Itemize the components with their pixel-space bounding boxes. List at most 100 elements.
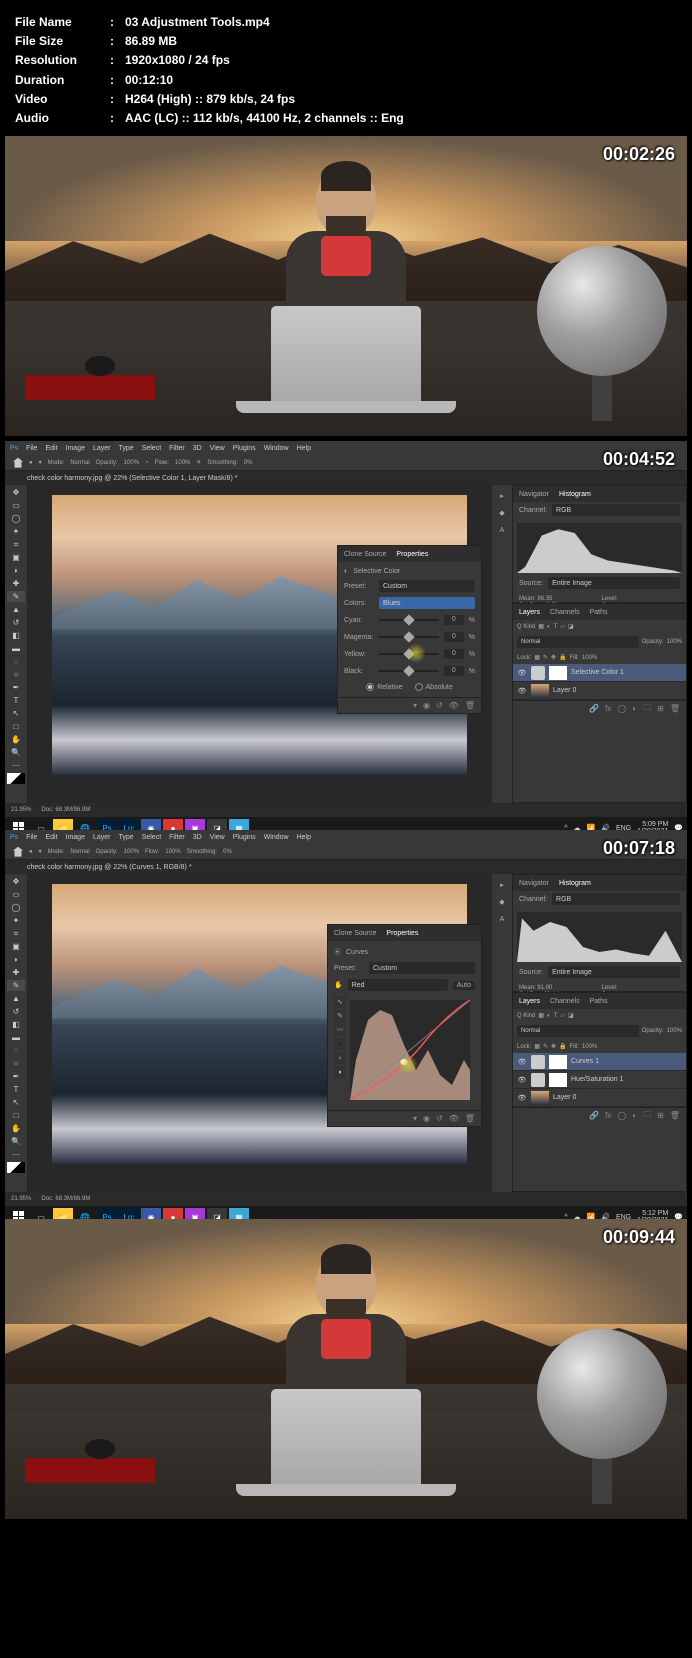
- edit-toolbar-icon[interactable]: ⋯: [7, 760, 25, 771]
- frame-tool[interactable]: ▣: [7, 552, 25, 563]
- lock-image-icon[interactable]: ✎: [543, 1043, 548, 1050]
- lock-image-icon[interactable]: ✎: [543, 654, 548, 661]
- gray-point-icon[interactable]: ◗: [334, 1052, 346, 1064]
- menu-plugins[interactable]: Plugins: [233, 445, 256, 452]
- dodge-tool[interactable]: ○: [7, 1058, 25, 1069]
- layer-visibility-icon[interactable]: 👁: [517, 686, 527, 696]
- pen-tool[interactable]: ✒: [7, 1071, 25, 1082]
- type-tool[interactable]: T: [7, 1084, 25, 1095]
- menu-view[interactable]: View: [210, 834, 225, 841]
- healing-tool[interactable]: ✚: [7, 967, 25, 978]
- layer-row[interactable]: 👁 Layer 0: [513, 682, 686, 700]
- layer-visibility-icon[interactable]: 👁: [517, 1057, 527, 1067]
- taskbar-time[interactable]: 5:09 PM: [637, 821, 668, 828]
- menu-plugins[interactable]: Plugins: [233, 834, 256, 841]
- layer-fill[interactable]: 100%: [582, 1044, 597, 1050]
- yellow-slider[interactable]: [379, 648, 439, 660]
- opacity-value[interactable]: 100%: [124, 849, 139, 855]
- eraser-tool[interactable]: ◧: [7, 1019, 25, 1030]
- panel-tab-properties[interactable]: Properties: [396, 551, 428, 558]
- stamp-tool[interactable]: ▲: [7, 993, 25, 1004]
- histogram-tab[interactable]: Histogram: [559, 880, 591, 887]
- menu-help[interactable]: Help: [297, 445, 311, 452]
- brush-preset-icon[interactable]: ▾: [39, 848, 42, 855]
- menu-layer[interactable]: Layer: [93, 445, 111, 452]
- home-icon[interactable]: [13, 847, 23, 857]
- filter-shape-icon[interactable]: ▱: [560, 623, 565, 630]
- layer-name[interactable]: Hue/Saturation 1: [571, 1076, 624, 1083]
- black-value[interactable]: 0: [444, 666, 464, 676]
- menu-select[interactable]: Select: [142, 834, 161, 841]
- curve-point-tool-icon[interactable]: ∿: [334, 996, 346, 1008]
- histogram-channel-dropdown[interactable]: RGB: [552, 893, 680, 905]
- filter-smart-icon[interactable]: ◪: [568, 623, 574, 630]
- hand-tool[interactable]: ✋: [7, 734, 25, 745]
- canvas-area[interactable]: Clone Source Properties ⦿ Curves Preset:…: [27, 874, 492, 1192]
- mode-dropdown[interactable]: Normal: [70, 460, 89, 466]
- magenta-slider[interactable]: [379, 631, 439, 643]
- menu-file[interactable]: File: [26, 834, 37, 841]
- layers-tab[interactable]: Layers: [519, 998, 540, 1005]
- layer-row[interactable]: 👁 Hue/Saturation 1: [513, 1071, 686, 1089]
- smoothing-value[interactable]: 0%: [244, 460, 253, 466]
- healing-tool[interactable]: ✚: [7, 578, 25, 589]
- menu-type[interactable]: Type: [119, 445, 134, 452]
- lock-transparent-icon[interactable]: ▦: [534, 654, 540, 661]
- character-panel-icon[interactable]: A: [495, 523, 509, 537]
- marquee-tool[interactable]: ▭: [7, 500, 25, 511]
- relative-radio[interactable]: Relative: [366, 683, 402, 691]
- menu-window[interactable]: Window: [264, 445, 289, 452]
- zoom-level[interactable]: 21.95%: [11, 807, 31, 813]
- layer-opacity[interactable]: 100%: [667, 639, 682, 645]
- blend-mode-dropdown[interactable]: Normal: [517, 636, 639, 648]
- eraser-tool[interactable]: ◧: [7, 630, 25, 641]
- menu-image[interactable]: Image: [66, 834, 85, 841]
- delete-icon[interactable]: 🗑: [465, 701, 475, 710]
- panel-tab-clone[interactable]: Clone Source: [334, 930, 376, 937]
- type-tool[interactable]: T: [7, 695, 25, 706]
- source-dropdown[interactable]: Entire Image: [548, 966, 680, 978]
- histogram-tab[interactable]: Histogram: [559, 491, 591, 498]
- paths-tab[interactable]: Paths: [590, 609, 608, 616]
- dodge-tool[interactable]: ○: [7, 669, 25, 680]
- layer-name[interactable]: Layer 0: [553, 1094, 576, 1101]
- menu-edit[interactable]: Edit: [45, 445, 57, 452]
- pen-tool[interactable]: ✒: [7, 682, 25, 693]
- frame-tool[interactable]: ▣: [7, 941, 25, 952]
- menu-select[interactable]: Select: [142, 445, 161, 452]
- channels-tab[interactable]: Channels: [550, 998, 580, 1005]
- layer-visibility-icon[interactable]: 👁: [517, 1075, 527, 1085]
- document-tab[interactable]: check color harmony.jpg @ 22% (Selective…: [5, 471, 687, 485]
- menu-3d[interactable]: 3D: [193, 834, 202, 841]
- lock-position-icon[interactable]: ✥: [551, 1043, 556, 1050]
- expand-panel-icon[interactable]: ▸: [495, 489, 509, 503]
- new-group-icon[interactable]: 🗀: [643, 702, 651, 716]
- brush-preview-icon[interactable]: ●: [29, 849, 33, 855]
- navigator-tab[interactable]: Navigator: [519, 491, 549, 498]
- filter-shape-icon[interactable]: ▱: [560, 1012, 565, 1019]
- character-panel-icon[interactable]: A: [495, 912, 509, 926]
- preset-dropdown[interactable]: Custom: [369, 962, 475, 974]
- reset-icon[interactable]: ↺: [436, 701, 443, 710]
- histogram-channel-dropdown[interactable]: RGB: [552, 504, 680, 516]
- curves-graph[interactable]: [350, 1000, 470, 1100]
- wand-tool[interactable]: ✦: [7, 526, 25, 537]
- black-point-icon[interactable]: ◗: [334, 1038, 346, 1050]
- move-tool[interactable]: ✥: [7, 876, 25, 887]
- filter-type-icon[interactable]: T: [554, 1013, 558, 1019]
- toggle-visibility-icon[interactable]: 👁: [449, 701, 459, 710]
- document-tab[interactable]: check color harmony.jpg @ 22% (Curves 1,…: [5, 860, 687, 874]
- menu-3d[interactable]: 3D: [193, 445, 202, 452]
- brush-tool[interactable]: ✎: [7, 591, 25, 602]
- menu-file[interactable]: File: [26, 445, 37, 452]
- delete-layer-icon[interactable]: 🗑: [670, 1111, 680, 1120]
- stamp-tool[interactable]: ▲: [7, 604, 25, 615]
- filter-smart-icon[interactable]: ◪: [568, 1012, 574, 1019]
- color-panel-icon[interactable]: ◆: [495, 506, 509, 520]
- color-swatch[interactable]: [7, 1162, 25, 1173]
- lock-all-icon[interactable]: 🔒: [559, 1043, 566, 1050]
- path-tool[interactable]: ↖: [7, 1097, 25, 1108]
- brush-preview-icon[interactable]: ●: [29, 460, 33, 466]
- delete-icon[interactable]: 🗑: [465, 1114, 475, 1123]
- blend-mode-dropdown[interactable]: Normal: [517, 1025, 639, 1037]
